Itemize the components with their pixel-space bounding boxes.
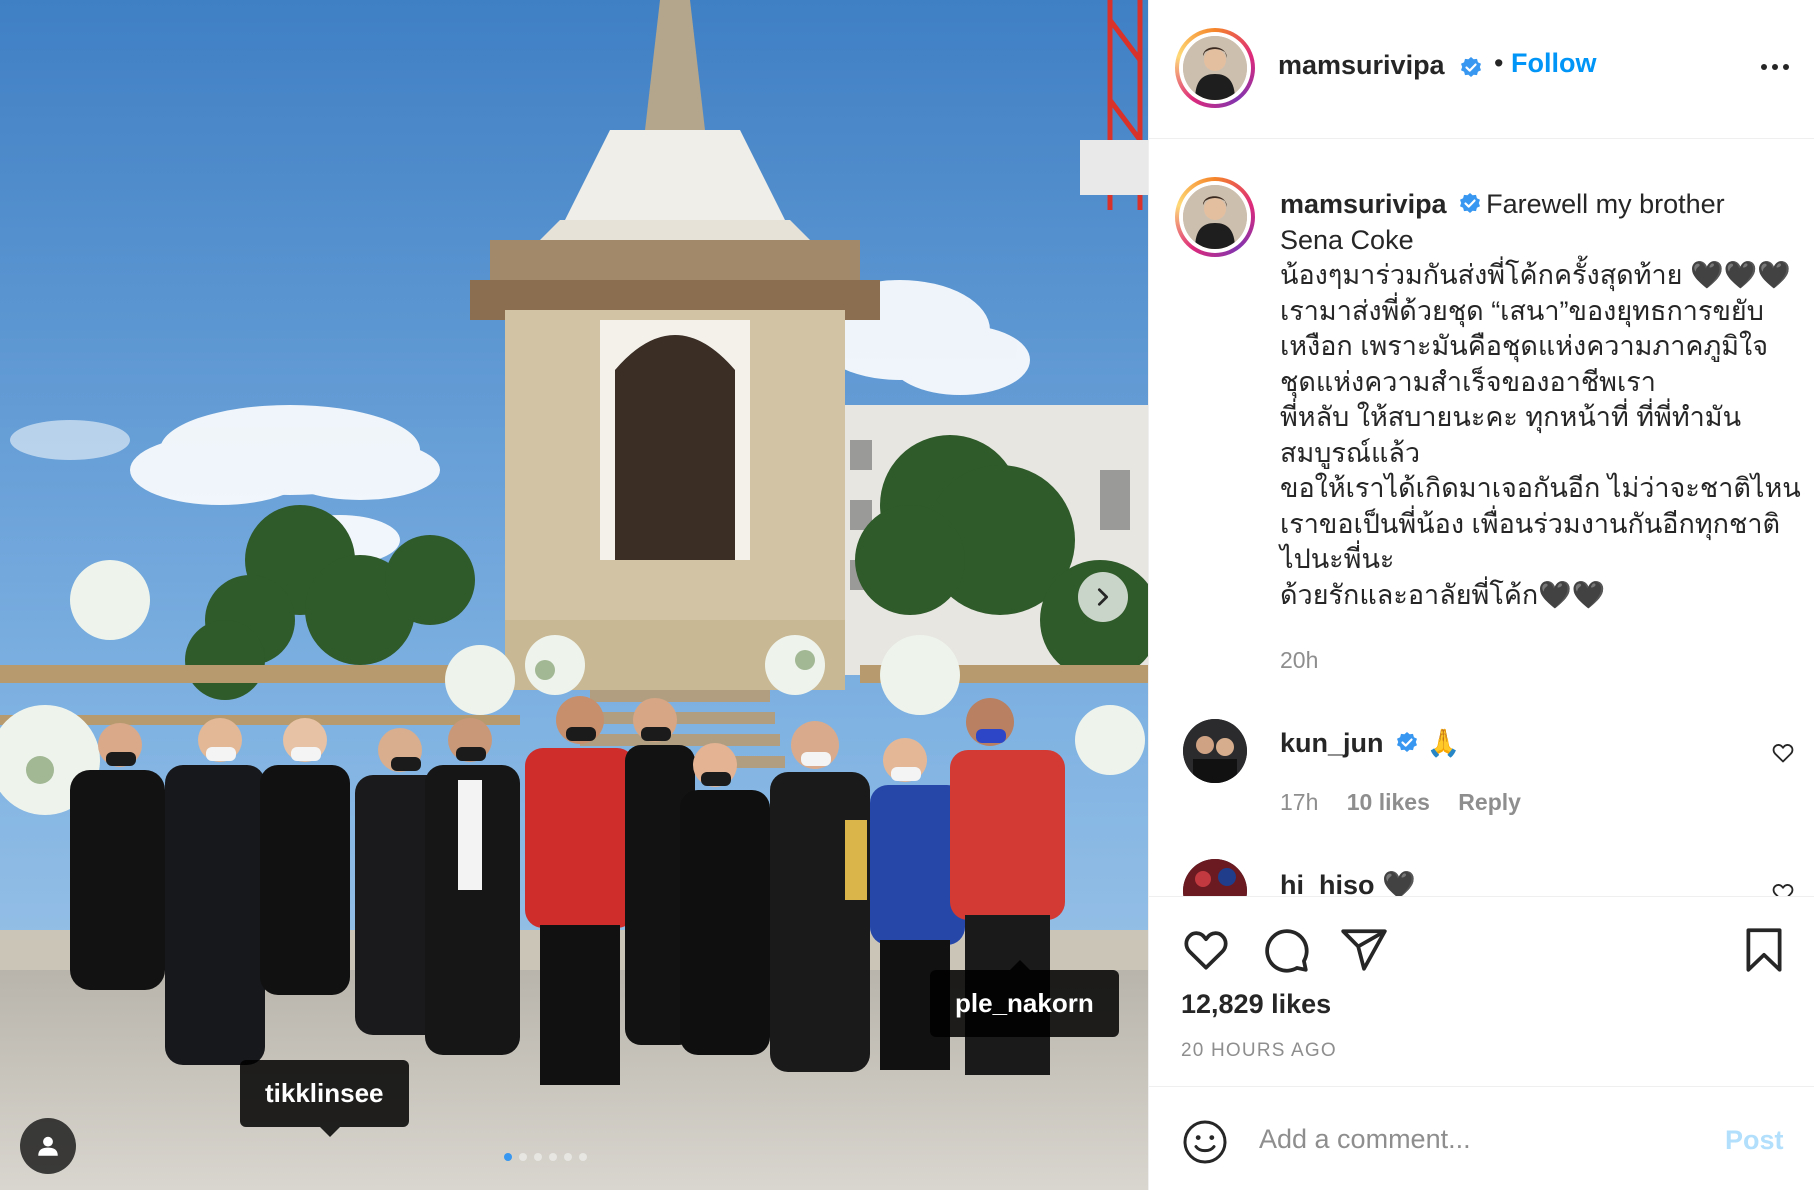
carousel-dot bbox=[504, 1153, 512, 1161]
follow-button[interactable]: Follow bbox=[1511, 48, 1596, 79]
comment-time[interactable]: 17h bbox=[1280, 789, 1318, 815]
caption-line: เรามาส่งพี่ด้วยชุด “เสนา”ของยุทธการขยับ bbox=[1280, 295, 1764, 326]
comment-likes[interactable]: 10 likes bbox=[1347, 789, 1430, 815]
bookmark-icon[interactable] bbox=[1739, 925, 1789, 975]
avatar-image bbox=[1183, 185, 1247, 249]
add-comment-bar: Post bbox=[1149, 1086, 1814, 1190]
user-tags-icon bbox=[38, 1136, 58, 1156]
post-header: mamsurivipa • Follow bbox=[1149, 0, 1814, 139]
emoji-icon[interactable] bbox=[1181, 1118, 1229, 1166]
tag-pointer bbox=[1010, 960, 1030, 970]
post-actions: 12,829 likes 20 HOURS AGO bbox=[1149, 896, 1814, 1086]
avatar-image bbox=[1183, 36, 1247, 100]
user-tags-button[interactable] bbox=[20, 1118, 76, 1174]
verified-badge-icon bbox=[1460, 192, 1481, 213]
more-dot bbox=[1772, 64, 1778, 70]
author-username[interactable]: mamsurivipa bbox=[1278, 50, 1445, 81]
comment-meta: 17h 10 likes Reply bbox=[1280, 789, 1543, 816]
likes-count[interactable]: 12,829 likes bbox=[1181, 989, 1331, 1020]
carousel-dot bbox=[534, 1153, 542, 1161]
avatar-image bbox=[1183, 719, 1247, 783]
caption-line: เหงือก เพราะมันคือชุดแห่งความภาคภูมิใจ bbox=[1280, 331, 1769, 361]
commenter-avatar[interactable] bbox=[1183, 719, 1247, 783]
post-caption: mamsurivipa Farewell my brother Sena Cok… bbox=[1280, 187, 1801, 613]
comments-section[interactable]: mamsurivipa Farewell my brother Sena Cok… bbox=[1149, 139, 1814, 896]
comment-input[interactable] bbox=[1259, 1115, 1709, 1163]
post-age[interactable]: 20 HOURS AGO bbox=[1181, 1040, 1337, 1062]
tag-pointer bbox=[320, 1127, 340, 1137]
tag-username: ple_nakorn bbox=[955, 988, 1094, 1018]
caption-line: Farewell my brother bbox=[1486, 189, 1725, 219]
share-icon[interactable] bbox=[1339, 925, 1389, 975]
post-comment-button[interactable]: Post bbox=[1725, 1125, 1784, 1156]
commenter-avatar[interactable] bbox=[1183, 859, 1247, 896]
comment-text: 🙏 bbox=[1426, 728, 1461, 758]
caption-line: ไปนะพี่นะ bbox=[1280, 544, 1395, 574]
comment-heart-icon[interactable] bbox=[1771, 741, 1795, 765]
comment-username-text[interactable]: hi_hiso bbox=[1280, 870, 1375, 896]
comment-username[interactable]: kun_jun 🙏 bbox=[1280, 727, 1460, 759]
caption-line: ขอให้เราได้เกิดมาเจอกันอีก ไม่ว่าจะชาติไ… bbox=[1280, 473, 1801, 503]
carousel-indicator bbox=[504, 1153, 587, 1161]
more-dot bbox=[1761, 64, 1767, 70]
verified-badge-icon bbox=[1461, 57, 1481, 77]
header-separator: • bbox=[1494, 48, 1504, 78]
comment-text: 🖤 bbox=[1382, 870, 1416, 896]
carousel-dot bbox=[519, 1153, 527, 1161]
caption-line: เราขอเป็นพี่น้อง เพื่อนร่วมงานกันอีกทุกช… bbox=[1280, 508, 1781, 539]
caption-line: พี่หลับ ให้สบายนะคะ ทุกหน้าที่ ที่พี่ทำม… bbox=[1280, 402, 1742, 432]
post-side-panel: mamsurivipa • Follow mamsurivipa Farewel… bbox=[1148, 0, 1814, 1190]
post-photo[interactable]: tikklinsee ple_nakorn bbox=[0, 0, 1148, 1190]
more-options-icon[interactable] bbox=[1757, 52, 1793, 82]
caption-line: ชุดแห่งความสำเร็จของอาชีพเรา bbox=[1280, 366, 1656, 397]
caption-line: สมบูรณ์แล้ว bbox=[1280, 437, 1421, 468]
more-dot bbox=[1783, 64, 1789, 70]
author-avatar[interactable] bbox=[1175, 28, 1255, 108]
comment-icon[interactable] bbox=[1261, 925, 1311, 975]
carousel-next-button[interactable] bbox=[1078, 572, 1128, 622]
reply-button[interactable]: Reply bbox=[1458, 789, 1521, 815]
comment-username[interactable]: hi_hiso 🖤 bbox=[1280, 869, 1416, 896]
carousel-dot bbox=[549, 1153, 557, 1161]
caption-line: Sena Coke bbox=[1280, 224, 1414, 255]
caption-username[interactable]: mamsurivipa bbox=[1280, 189, 1447, 219]
carousel-dot bbox=[564, 1153, 572, 1161]
photo-user-tag[interactable]: ple_nakorn bbox=[930, 960, 1119, 1037]
caption-line: น้องๆมาร่วมกันส่งพี่โค้กครั้งสุดท้าย 🖤🖤🖤 bbox=[1280, 260, 1791, 290]
tag-username: tikklinsee bbox=[265, 1078, 384, 1108]
next-arrow-icon bbox=[1097, 588, 1109, 606]
caption-author-avatar[interactable] bbox=[1175, 177, 1255, 257]
photo-user-tag[interactable]: tikklinsee bbox=[240, 1060, 409, 1137]
caption-timestamp[interactable]: 20h bbox=[1280, 647, 1318, 674]
carousel-dot bbox=[579, 1153, 587, 1161]
caption-first-line: mamsurivipa Farewell my brother bbox=[1280, 187, 1800, 223]
comment-heart-icon[interactable] bbox=[1771, 881, 1795, 896]
caption-line: ด้วยรักและอาลัยพี่โค้ก🖤🖤 bbox=[1280, 579, 1606, 610]
verified-badge-icon bbox=[1397, 731, 1418, 752]
heart-icon[interactable] bbox=[1181, 925, 1231, 975]
avatar-image bbox=[1183, 859, 1247, 896]
comment-username-text[interactable]: kun_jun bbox=[1280, 728, 1384, 758]
